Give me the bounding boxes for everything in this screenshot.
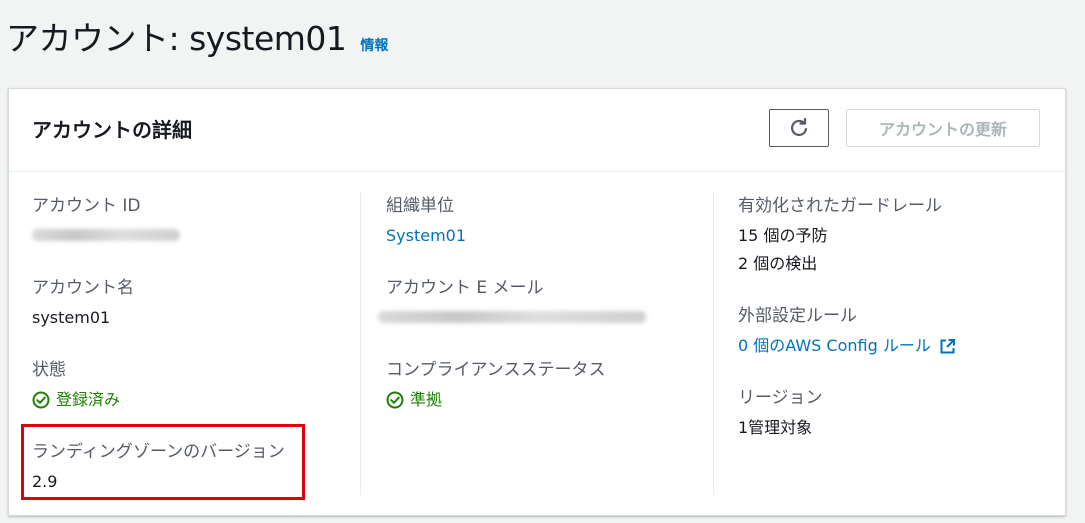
guardrails-field: 有効化されたガードレール 15 個の予防 2 個の検出 [738,195,942,275]
check-circle-icon [32,391,50,409]
account-email-redacted [378,311,646,323]
guardrails-label: 有効化されたガードレール [738,196,942,216]
account-name-field: アカウント名 system01 [32,277,134,329]
compliance-status-label: コンプライアンスステータス [386,360,606,380]
panel-heading: アカウントの詳細 [32,118,192,142]
region-value: 1管理対象 [738,418,813,437]
details-column-2: 組織単位 System01 アカウント E メール コンプライアンスステータス … [378,189,706,497]
external-link-icon [940,338,955,353]
panel-header: アカウントの詳細 アカウントの更新 [9,89,1065,172]
compliance-status-field: コンプライアンスステータス 準拠 [386,359,605,411]
state-value: 登録済み [32,389,120,411]
account-name-value: system01 [32,308,111,327]
info-link[interactable]: 情報 [360,35,388,55]
region-field: リージョン 1管理対象 [738,387,823,439]
account-email-label: アカウント E メール [386,278,544,298]
refresh-icon [790,118,808,136]
account-id-redacted [32,229,180,241]
page-header: アカウント: system01 情報 [6,12,388,60]
update-account-button[interactable]: アカウントの更新 [846,109,1040,147]
compliance-status-text: 準拠 [410,390,443,409]
state-label: 状態 [32,360,66,380]
account-email-field: アカウント E メール [378,277,646,323]
details-column-3: 有効化されたガードレール 15 個の予防 2 個の検出 外部設定ルール 0 個の… [738,189,1058,497]
column-divider [360,191,361,495]
account-id-field: アカウント ID [32,195,180,241]
guardrails-preventive: 15 個の予防 [738,226,828,245]
compliance-status-value: 準拠 [386,389,605,411]
config-rules-field: 外部設定ルール 0 個のAWS Config ルール [738,305,956,357]
state-text: 登録済み [56,390,121,409]
org-unit-field: 組織単位 System01 [386,195,466,247]
config-rules-link[interactable]: 0 個のAWS Config ルール [738,335,956,357]
check-circle-icon [386,391,404,409]
config-rules-label: 外部設定ルール [738,306,857,326]
state-field: 状態 登録済み [32,359,120,411]
refresh-button[interactable] [769,109,829,147]
guardrails-detective: 2 個の検出 [738,254,818,273]
column-divider [713,191,714,495]
account-name-label: アカウント名 [32,278,134,298]
page-title: アカウント: system01 [6,19,347,58]
region-label: リージョン [738,388,823,408]
account-id-label: アカウント ID [32,196,141,216]
org-unit-link[interactable]: System01 [386,225,466,247]
highlight-box [21,424,305,500]
org-unit-label: 組織単位 [386,196,454,216]
config-rules-text: 0 個のAWS Config ルール [738,336,931,355]
